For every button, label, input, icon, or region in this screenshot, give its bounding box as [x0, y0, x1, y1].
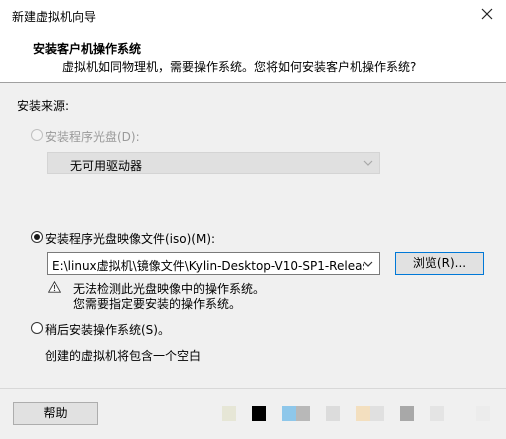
page-title: 安装客户机操作系统	[33, 42, 142, 56]
disc-radio[interactable]	[31, 129, 43, 141]
obscured-region	[282, 406, 296, 421]
obscured-region	[430, 406, 444, 421]
later-radio-label: 稍后安装操作系统(S)。	[45, 323, 170, 337]
iso-path-value: E:\linux虚拟机\镜像文件\Kylin-Desktop-V10-SP1-R…	[52, 259, 364, 273]
warning-icon	[48, 281, 61, 293]
obscured-region	[252, 406, 266, 421]
window-title: 新建虚拟机向导	[12, 10, 97, 24]
disc-radio-label: 安装程序光盘(D):	[45, 130, 140, 144]
drive-select[interactable]: 无可用驱动器	[47, 152, 380, 174]
obscured-region	[370, 406, 384, 421]
iso-radio[interactable]	[31, 231, 43, 243]
iso-radio-label: 安装程序光盘映像文件(iso)(M):	[45, 232, 216, 246]
later-radio[interactable]	[31, 322, 43, 334]
warning-line-2: 您需要指定要安装的操作系统。	[73, 297, 242, 311]
footer-divider	[0, 388, 506, 389]
obscured-region	[476, 406, 490, 421]
chevron-down-icon	[363, 160, 373, 166]
install-source-label: 安装来源:	[17, 99, 70, 113]
obscured-region	[400, 406, 414, 421]
browse-button[interactable]: 浏览(R)...	[395, 252, 484, 275]
obscured-region	[356, 406, 370, 421]
title-bar: 新建虚拟机向导	[0, 0, 506, 30]
later-description: 创建的虚拟机将包含一个空白	[45, 349, 202, 363]
wizard-header: 安装客户机操作系统 虚拟机如同物理机，需要操作系统。您将如何安装客户机操作系统?	[0, 30, 506, 83]
page-subtitle: 虚拟机如同物理机，需要操作系统。您将如何安装客户机操作系统?	[62, 60, 417, 74]
obscured-region	[296, 406, 310, 421]
drive-select-value: 无可用驱动器	[70, 159, 143, 173]
chevron-down-icon[interactable]	[363, 260, 373, 268]
iso-path-combobox[interactable]: E:\linux虚拟机\镜像文件\Kylin-Desktop-V10-SP1-R…	[47, 252, 380, 275]
obscured-region	[326, 406, 340, 421]
close-icon[interactable]	[478, 5, 496, 23]
help-button[interactable]: 帮助	[13, 402, 98, 425]
obscured-region	[222, 406, 236, 421]
